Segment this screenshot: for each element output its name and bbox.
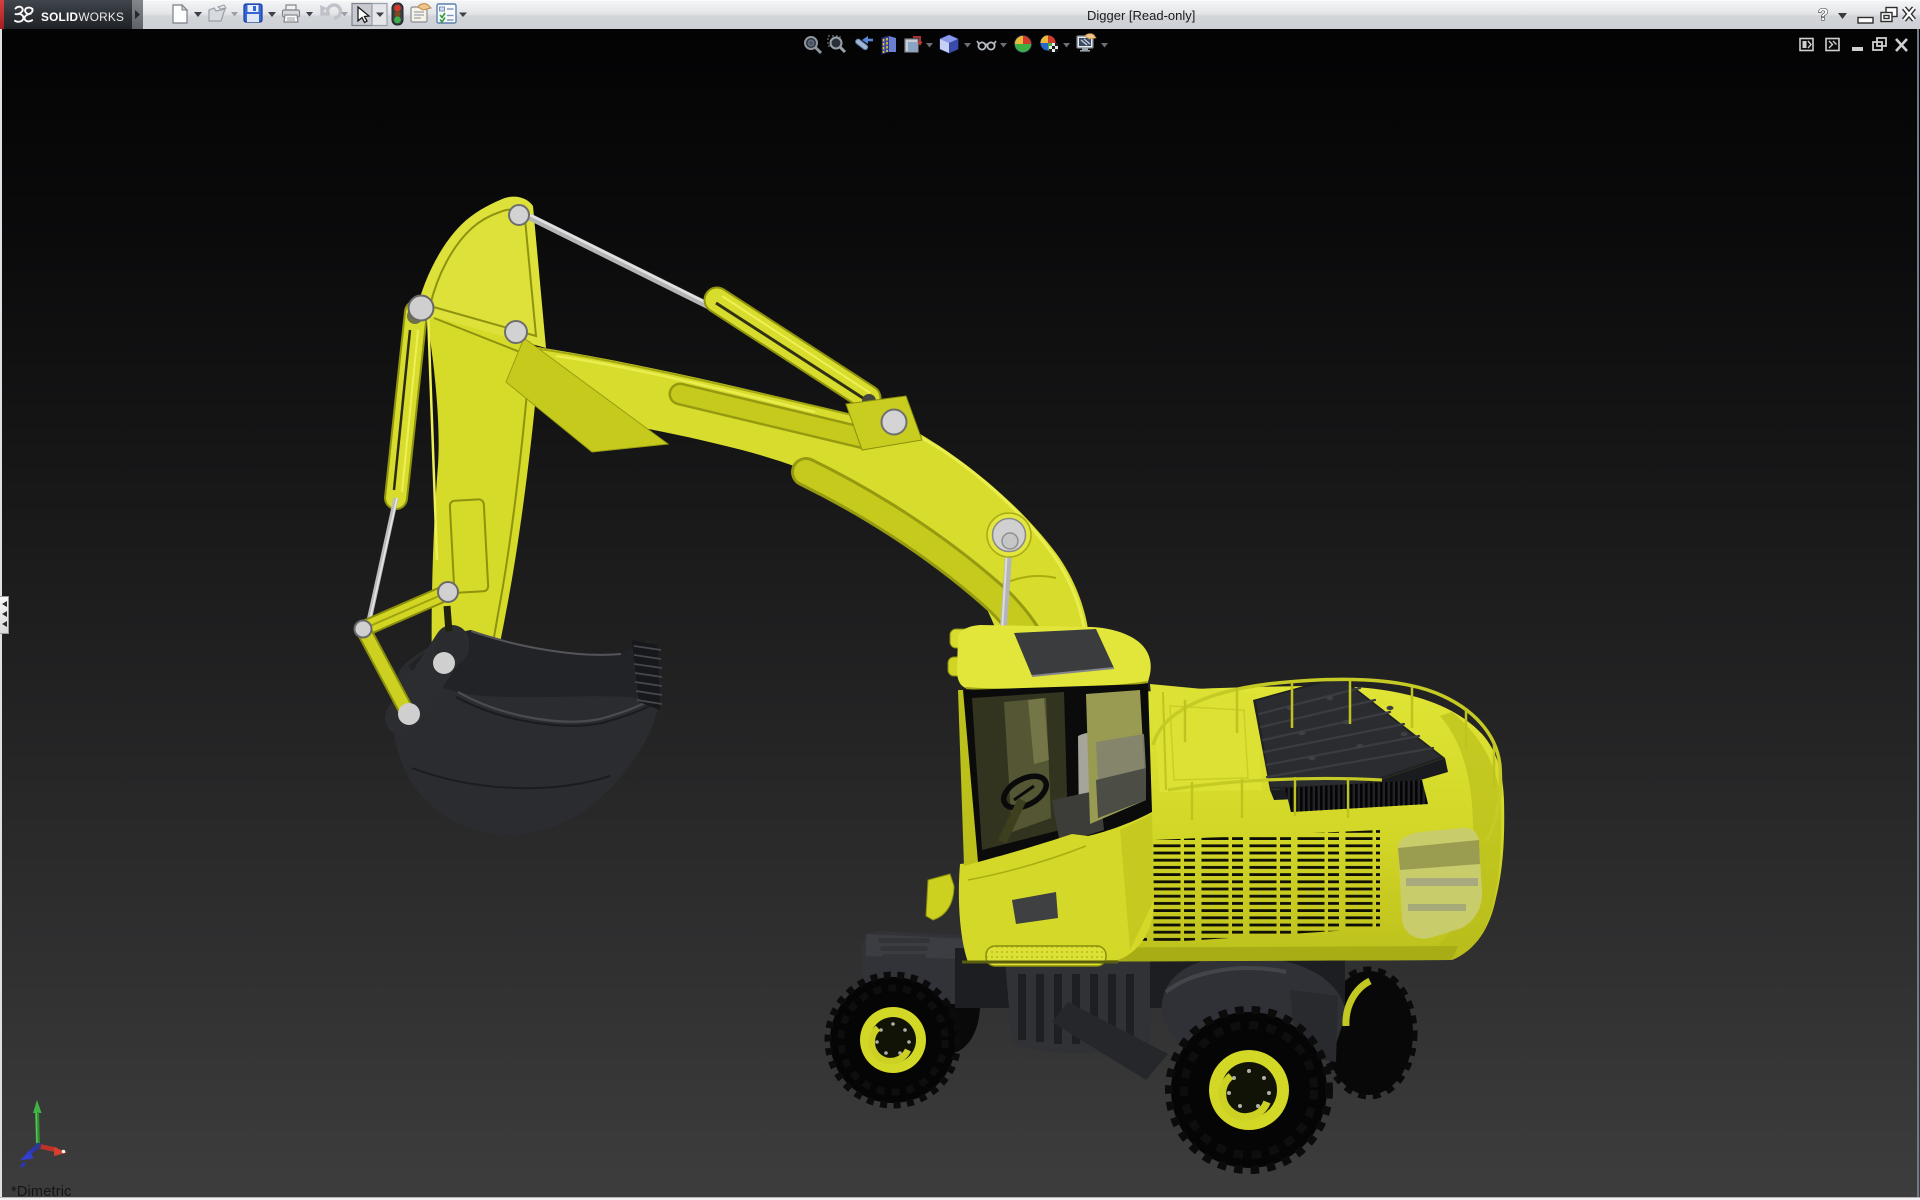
svg-text:?: ?	[1818, 5, 1828, 24]
